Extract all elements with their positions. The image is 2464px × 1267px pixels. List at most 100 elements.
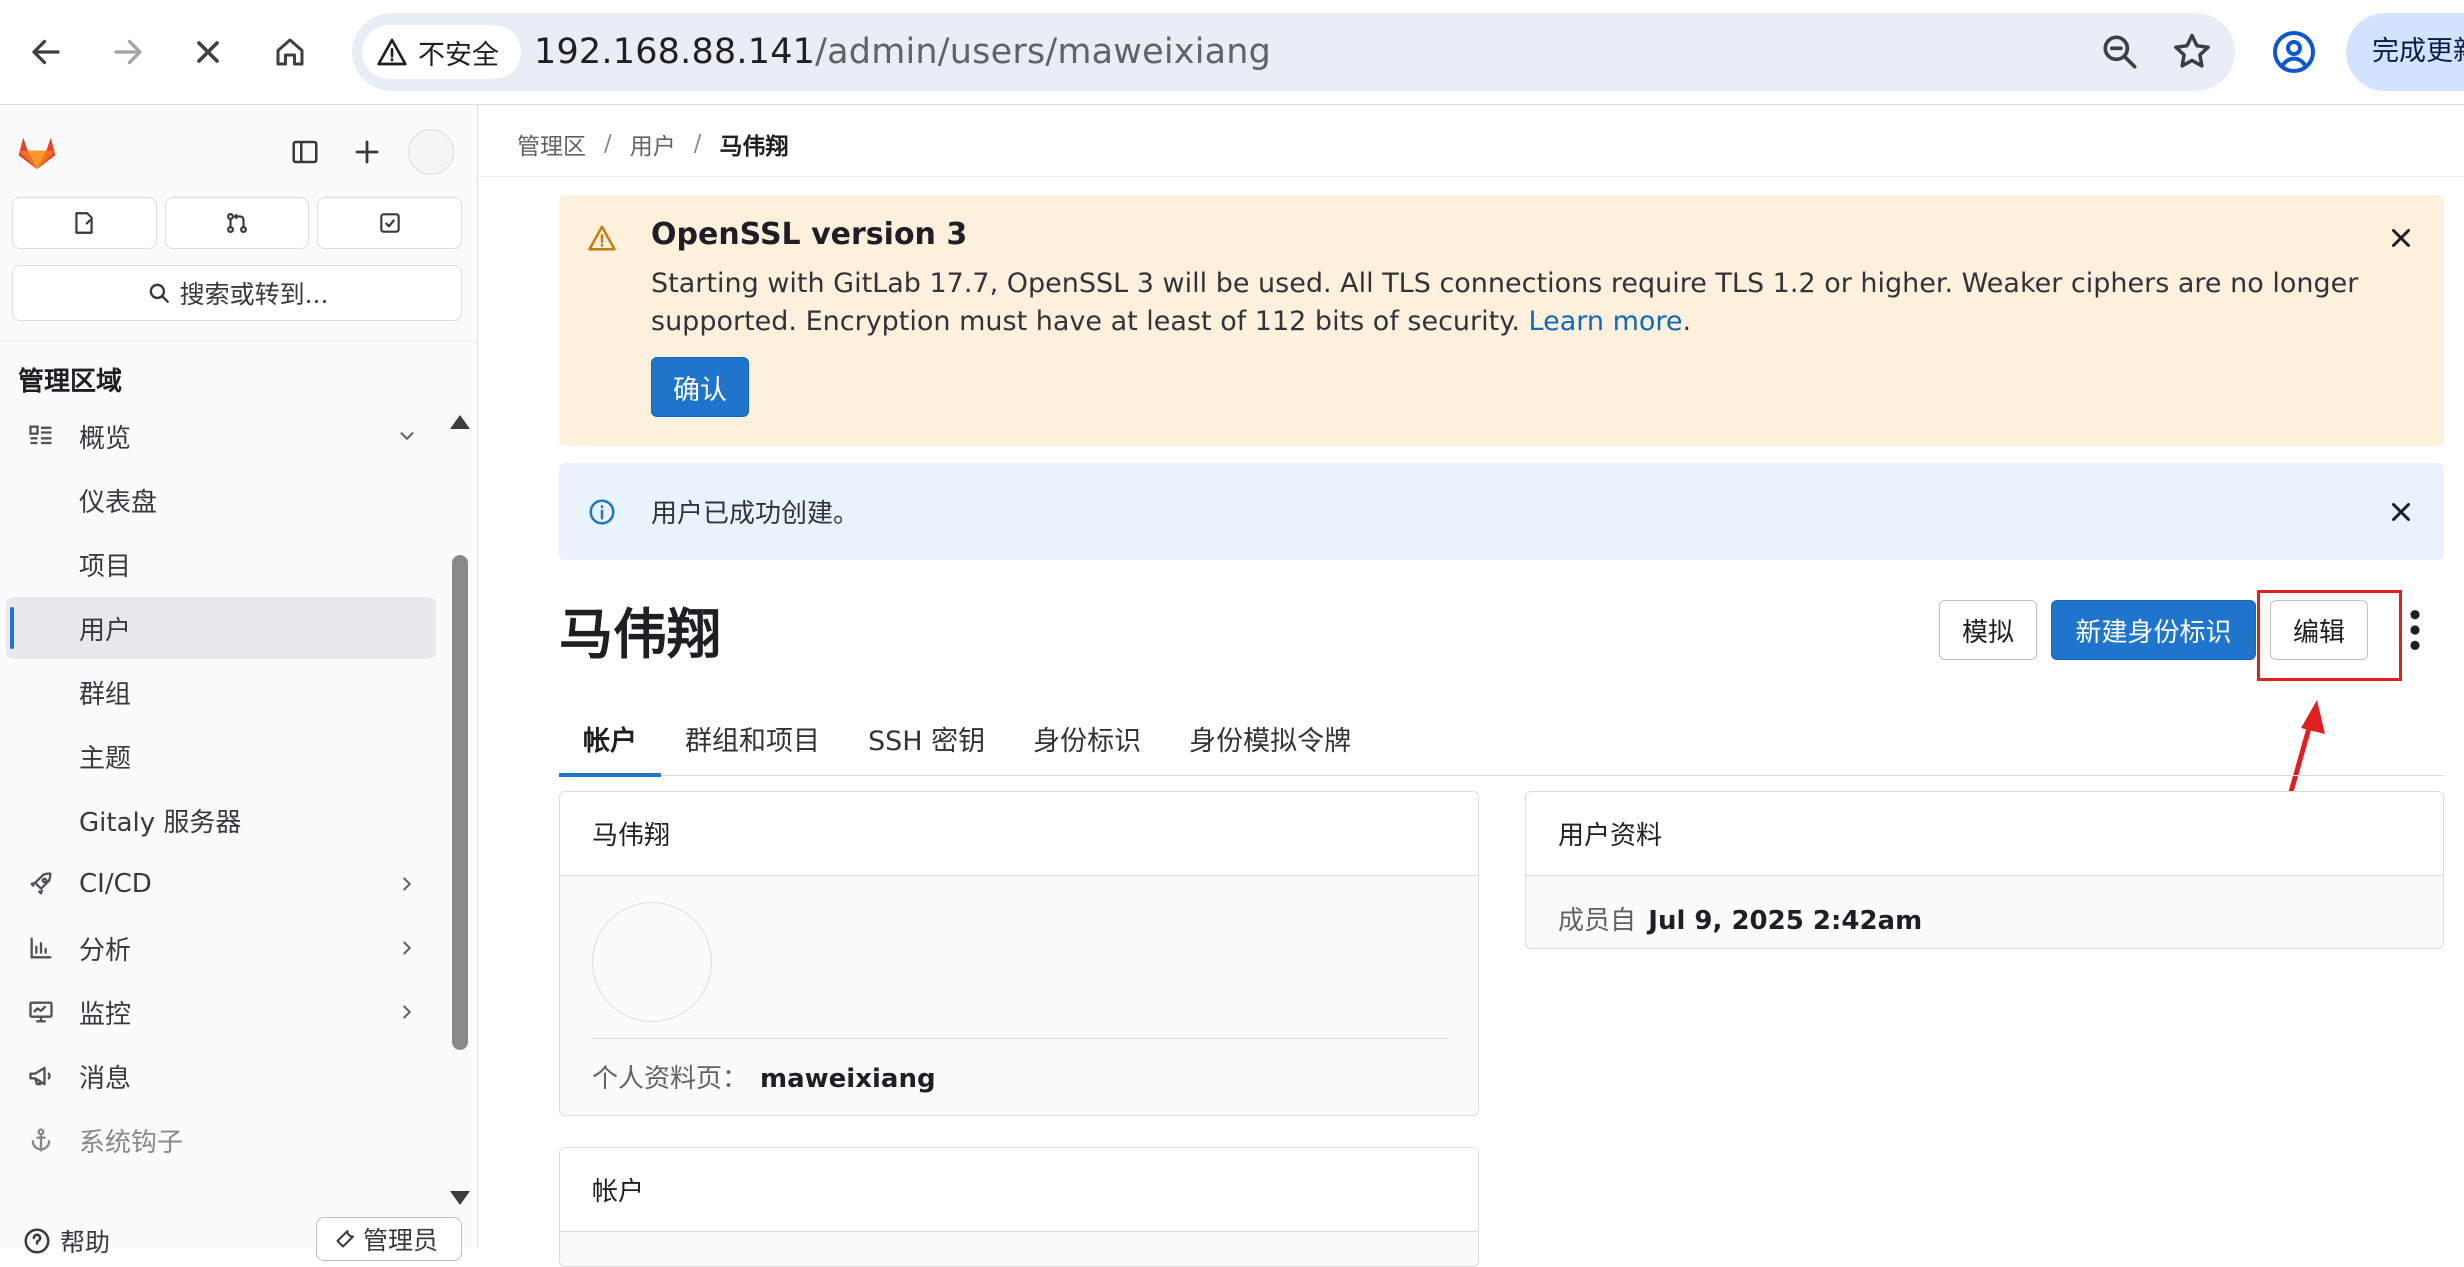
address-bar[interactable]: 不安全 192.168.88.141/admin/users/maweixian… (352, 13, 2235, 91)
overview-icon (26, 421, 56, 451)
breadcrumb-separator: / (693, 131, 702, 157)
help-icon (24, 1228, 50, 1254)
sidebar-item-monitoring[interactable]: 监控 (6, 981, 436, 1043)
scroll-down-arrow[interactable] (450, 1191, 470, 1205)
more-actions-icon[interactable] (2401, 607, 2429, 653)
info-icon (589, 499, 615, 525)
create-new-button[interactable] (346, 131, 388, 173)
sidebar-item-label: 消息 (79, 1063, 132, 1094)
sidebar-item-dashboard[interactable]: 仪表盘 (6, 469, 436, 531)
sidebar-item-cicd[interactable]: CI/CD (6, 853, 436, 915)
admin-button[interactable]: 管理员 (316, 1217, 462, 1261)
impersonate-button[interactable]: 模拟 (1939, 600, 2037, 660)
chevron-right-icon (403, 877, 411, 891)
toggle-sidebar-button[interactable] (284, 131, 326, 173)
breadcrumb-bar: 管理区 / 用户 / 马伟翔 (479, 105, 2464, 177)
help-label: 帮助 (60, 1228, 111, 1257)
url-host: 192.168.88.141 (534, 32, 816, 72)
user-info-card: 用户资料 成员自 Jul 9, 2025 2:42am (1525, 791, 2444, 949)
sidebar-item-groups[interactable]: 群组 (6, 661, 436, 723)
quick-actions (12, 197, 463, 249)
sidebar-item-label: 群组 (79, 679, 132, 710)
profile-page-label: 个人资料页： (592, 1064, 749, 1094)
wrench-icon (336, 1230, 354, 1248)
sidebar-item-overview[interactable]: 概览 (6, 405, 436, 467)
help-button[interactable]: 帮助 (22, 1223, 110, 1259)
profile-icon[interactable] (2270, 28, 2318, 76)
sidebar-item-analytics[interactable]: 分析 (6, 917, 436, 979)
todo-button[interactable] (317, 197, 463, 249)
plus-icon (355, 140, 379, 164)
sidebar-nav: 概览 仪表盘 项目 用户 群组 主题 Gitaly 服务器 CI/CD 分析 监… (6, 405, 436, 1173)
bullhorn-icon (26, 1061, 56, 1091)
user-info-card-title: 用户资料 (1526, 792, 2443, 876)
merge-requests-button[interactable] (164, 197, 310, 249)
sidebar-item-label: 项目 (79, 551, 132, 582)
user-avatar (592, 902, 712, 1022)
profile-username-link[interactable]: maweixiang (760, 1064, 936, 1094)
breadcrumb-users[interactable]: 用户 (630, 127, 676, 161)
sidebar-item-label: 分析 (79, 935, 132, 966)
tab-identities[interactable]: 身份标识 (1009, 700, 1165, 776)
url-path: /admin/users/maweixiang (815, 32, 1272, 72)
tab-ssh-keys[interactable]: SSH 密钥 (844, 700, 1009, 776)
tab-groups-projects[interactable]: 群组和项目 (661, 700, 844, 776)
forward-button[interactable] (98, 22, 158, 82)
member-since-row: 成员自 Jul 9, 2025 2:42am (1558, 900, 1922, 937)
breadcrumb-current-user[interactable]: 马伟翔 (720, 127, 789, 161)
profile-card: 马伟翔 个人资料页： maweixiang (559, 791, 1479, 1116)
breadcrumb: 管理区 / 用户 / 马伟翔 (517, 127, 789, 161)
new-identity-button[interactable]: 新建身份标识 (2051, 600, 2256, 660)
tab-account[interactable]: 帐户 (559, 700, 661, 777)
close-icon[interactable] (2386, 497, 2416, 527)
scroll-thumb[interactable] (452, 555, 468, 1050)
url-text[interactable]: 192.168.88.141/admin/users/maweixiang (534, 13, 1271, 91)
sidebar-item-label: Gitaly 服务器 (79, 807, 242, 838)
user-avatar-button[interactable] (408, 129, 454, 175)
sidebar-item-users[interactable]: 用户 (6, 597, 436, 659)
learn-more-link[interactable]: Learn more (1529, 306, 1683, 337)
security-chip[interactable]: 不安全 (362, 25, 521, 79)
sidebar-item-topics[interactable]: 主题 (6, 725, 436, 787)
close-icon[interactable] (2386, 223, 2416, 253)
breadcrumb-separator: / (604, 131, 612, 157)
issues-button[interactable] (12, 197, 157, 249)
back-button[interactable] (16, 22, 76, 82)
profile-page-row: 个人资料页： maweixiang (592, 1058, 936, 1095)
monitor-icon (26, 997, 56, 1027)
merge-request-icon (227, 213, 247, 233)
sidebar-scrollbar[interactable] (450, 415, 470, 1205)
alert-title: OpenSSL version 3 (651, 217, 968, 252)
confirm-button[interactable]: 确认 (651, 357, 749, 417)
chevron-down-icon (400, 432, 414, 440)
sidebar-item-system-hooks[interactable]: 系统钩子 (6, 1109, 436, 1171)
user-created-alert: 用户已成功创建。 (559, 463, 2444, 560)
sidebar-divider (0, 341, 478, 342)
bookmark-star-icon[interactable] (2170, 30, 2214, 74)
divider (592, 1038, 1448, 1039)
scroll-up-arrow[interactable] (450, 415, 470, 429)
sidebar-toggle-icon (292, 140, 318, 164)
stop-loading-button[interactable] (178, 22, 238, 82)
sidebar-item-label: 系统钩子 (79, 1127, 184, 1158)
zoom-icon[interactable] (2098, 30, 2142, 74)
annotation-highlight-box (2257, 590, 2402, 681)
search-button[interactable]: 搜索或转到... (12, 265, 462, 321)
home-button[interactable] (260, 22, 320, 82)
sidebar-item-messages[interactable]: 消息 (6, 1045, 436, 1107)
gitlab-logo-icon[interactable] (16, 131, 58, 173)
chart-icon (26, 933, 56, 963)
chevron-right-icon (403, 941, 411, 955)
page-title: 马伟翔 (559, 603, 721, 666)
tab-impersonation-tokens[interactable]: 身份模拟令牌 (1165, 700, 1375, 776)
sidebar-item-label: CI/CD (79, 869, 152, 899)
sidebar-item-gitaly-servers[interactable]: Gitaly 服务器 (6, 789, 436, 851)
user-tabs: 帐户 群组和项目 SSH 密钥 身份标识 身份模拟令牌 (559, 700, 2444, 777)
breadcrumb-admin-area[interactable]: 管理区 (517, 127, 586, 161)
alert-message: 用户已成功创建。 (651, 499, 860, 529)
member-since-label: 成员自 (1558, 906, 1637, 936)
update-browser-button[interactable]: 完成更新 (2346, 13, 2464, 91)
sidebar-item-projects[interactable]: 项目 (6, 533, 436, 595)
search-label: 搜索或转到... (179, 280, 329, 309)
sidebar-item-label: 仪表盘 (79, 487, 158, 518)
